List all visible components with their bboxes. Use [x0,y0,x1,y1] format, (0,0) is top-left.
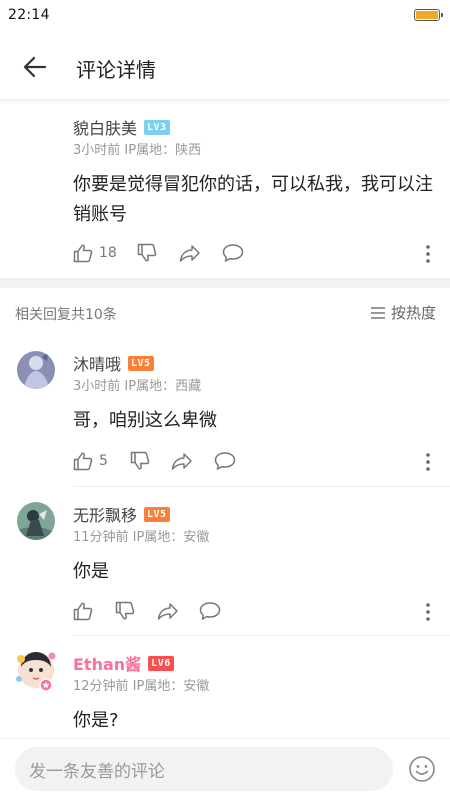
thumbs-down-icon [137,243,157,262]
avatar[interactable] [17,502,55,540]
level-badge: LV5 [128,355,154,371]
chat-bubble-icon [222,244,244,262]
thumbs-up-icon [73,452,93,471]
thumbs-down-icon [115,601,135,620]
header: 评论详情 [0,32,450,100]
replies-header: 相关回复共10条 按热度 [0,288,450,336]
avatar[interactable] [15,649,57,692]
like-button[interactable]: 18 [73,242,117,264]
reply-meta: 12分钟前 IP属地：安徽 [73,679,210,694]
arrow-left-icon [23,56,47,78]
reply-text: 你是 [73,561,109,582]
comment-input[interactable]: 发一条友善的评论 [15,747,393,791]
chat-bubble-icon [214,452,236,470]
dislike-button[interactable] [137,242,157,264]
chat-bubble-icon [199,602,221,620]
reply-button[interactable] [214,450,236,472]
reply-actions: 5 [73,450,438,474]
status-bar: 22:14 [0,0,450,32]
like-button[interactable] [73,600,93,622]
reply-actions [73,600,438,624]
status-time: 22:14 [8,7,50,23]
dislike-button[interactable] [115,600,135,622]
reply-username[interactable]: 沐晴哦 [73,351,121,375]
back-button[interactable] [18,50,52,84]
reply-text: 哥，咱别这么卑微 [73,410,217,431]
page-title: 评论详情 [76,58,156,82]
share-icon [179,245,200,262]
share-button[interactable] [157,600,179,622]
reply-meta: 3小时前 IP属地：西藏 [73,379,202,394]
share-icon [171,453,192,470]
reply-button[interactable] [199,600,221,622]
reply-username[interactable]: 无形飘移 [73,502,137,526]
more-button[interactable] [418,243,438,265]
avatar[interactable] [17,351,55,389]
share-button[interactable] [171,450,193,472]
divider [73,635,450,636]
divider [73,486,450,487]
reply-text: 你是? [73,710,119,731]
like-count: 18 [99,245,117,261]
reply-meta: 11分钟前 IP属地：安徽 [73,530,210,545]
sort-label: 按热度 [390,304,436,322]
level-badge: LV3 [144,119,170,135]
smiley-icon [409,756,435,782]
comment-input-bar: 发一条友善的评论 [0,738,450,800]
more-button[interactable] [418,601,438,623]
section-divider [0,278,450,288]
more-button[interactable] [418,451,438,473]
comment-username[interactable]: 貌白肤美 [73,115,137,139]
reply-button[interactable] [222,242,244,264]
thumbs-up-icon [73,602,93,621]
sort-by-hot-button[interactable]: 按热度 [370,302,436,323]
more-vertical-icon [426,453,430,471]
comment-actions: 18 [73,242,438,266]
comment-meta: 3小时前 IP属地：陕西 [73,143,202,158]
reply-username[interactable]: Ethan酱 [73,651,141,675]
battery-icon [414,9,443,21]
share-icon [157,603,178,620]
more-vertical-icon [426,245,430,263]
thumbs-down-icon [130,451,150,470]
comment-text: 你要是觉得冒犯你的话，可以私我，我可以注销账号 [73,174,433,225]
emoji-button[interactable] [408,755,436,783]
level-badge: LV6 [148,655,174,671]
replies-count: 相关回复共10条 [15,307,117,323]
menu-lines-icon [370,306,385,319]
like-count: 5 [99,453,108,469]
level-badge: LV5 [144,506,170,522]
more-vertical-icon [426,603,430,621]
like-button[interactable]: 5 [73,450,108,472]
dislike-button[interactable] [130,450,150,472]
share-button[interactable] [179,242,201,264]
thumbs-up-icon [73,244,93,263]
